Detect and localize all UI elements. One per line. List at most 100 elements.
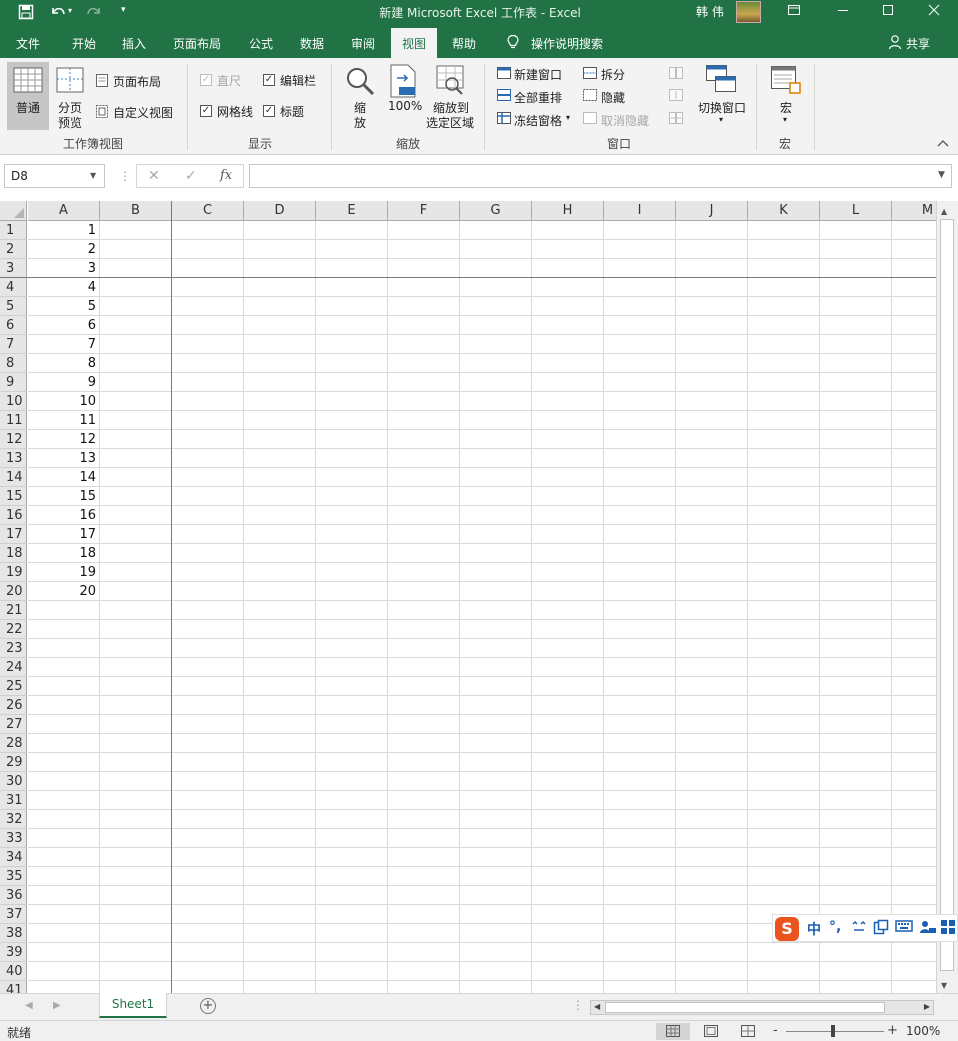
- row-header[interactable]: 1: [0, 221, 27, 240]
- next-sheet-icon[interactable]: ▶: [53, 1000, 61, 1011]
- row-header[interactable]: 27: [0, 715, 27, 734]
- cell-a[interactable]: 2: [28, 240, 99, 259]
- freeze-panes-dropdown-icon[interactable]: ▾: [566, 113, 570, 122]
- row-header[interactable]: 14: [0, 468, 27, 487]
- worksheet-grid[interactable]: ABCDEFGHIJKLM 1 2 3 4 5 6 7 8 9 10 11 12 13 14 15 16 17 1…: [0, 201, 936, 993]
- normal-view-status-icon[interactable]: [656, 1023, 690, 1040]
- tab-data[interactable]: 数据: [300, 35, 324, 52]
- row-header[interactable]: 17: [0, 525, 27, 544]
- row-header[interactable]: 18: [0, 544, 27, 563]
- cell-area[interactable]: [28, 221, 936, 993]
- column-header[interactable]: M: [892, 201, 936, 221]
- formula-input[interactable]: [249, 164, 952, 188]
- row-header[interactable]: 29: [0, 753, 27, 772]
- zoom-slider-thumb[interactable]: [831, 1025, 835, 1037]
- ribbon-display-icon[interactable]: [787, 3, 801, 21]
- unhide-icon[interactable]: [582, 111, 598, 128]
- row-header[interactable]: 19: [0, 563, 27, 582]
- cancel-icon[interactable]: ✕: [148, 168, 160, 184]
- zoom-in-button[interactable]: +: [887, 1023, 898, 1038]
- enter-check-icon[interactable]: ✓: [185, 168, 197, 184]
- switch-windows-dropdown-icon[interactable]: ▾: [719, 115, 723, 124]
- cell-a[interactable]: 11: [28, 411, 99, 430]
- undo-icon[interactable]: [50, 4, 68, 24]
- ime-chinese-mode[interactable]: 中: [807, 919, 821, 939]
- user-name[interactable]: 韩 伟: [696, 3, 724, 20]
- zoom-to-selection-icon[interactable]: [435, 64, 467, 101]
- ruler-checkbox[interactable]: ✓: [200, 74, 212, 86]
- hide-button[interactable]: 隐藏: [601, 89, 625, 106]
- row-header[interactable]: 20: [0, 582, 27, 601]
- zoom-100-button[interactable]: 100%: [388, 99, 422, 113]
- ime-keyboard-icon[interactable]: [895, 919, 913, 937]
- ime-skin-icon[interactable]: [873, 919, 889, 939]
- share-button[interactable]: 共享: [906, 35, 930, 52]
- row-header[interactable]: 21: [0, 601, 27, 620]
- cell-a[interactable]: 5: [28, 297, 99, 316]
- switch-windows-icon[interactable]: [705, 64, 737, 97]
- row-header[interactable]: 10: [0, 392, 27, 411]
- row-header[interactable]: 39: [0, 943, 27, 962]
- tab-page-layout[interactable]: 页面布局: [173, 35, 221, 52]
- cell-a[interactable]: 3: [28, 259, 99, 278]
- row-header[interactable]: 22: [0, 620, 27, 639]
- row-header[interactable]: 5: [0, 297, 27, 316]
- person-icon[interactable]: [888, 34, 902, 53]
- ime-toolbar[interactable]: S 中 °,: [772, 914, 958, 942]
- row-header[interactable]: 8: [0, 354, 27, 373]
- page-layout-view-icon[interactable]: [95, 73, 109, 91]
- row-header[interactable]: 41: [0, 981, 27, 993]
- scroll-right-icon[interactable]: ▶: [924, 1002, 930, 1011]
- tab-split-handle-icon[interactable]: ⋮: [572, 998, 584, 1012]
- row-header[interactable]: 23: [0, 639, 27, 658]
- row-header[interactable]: 9: [0, 373, 27, 392]
- add-sheet-icon[interactable]: +: [200, 998, 216, 1014]
- custom-views-icon[interactable]: [95, 104, 109, 122]
- view-side-by-side-icon[interactable]: [668, 66, 684, 83]
- cell-a[interactable]: 15: [28, 487, 99, 506]
- zoom-100-icon[interactable]: [389, 64, 417, 101]
- new-window-button[interactable]: 新建窗口: [514, 66, 562, 83]
- new-window-icon[interactable]: [496, 66, 512, 83]
- tab-view[interactable]: 视图: [391, 28, 438, 58]
- column-header[interactable]: B: [100, 201, 172, 221]
- cell-a[interactable]: 14: [28, 468, 99, 487]
- page-break-preview-icon[interactable]: [56, 67, 84, 96]
- row-header[interactable]: 4: [0, 278, 27, 297]
- avatar[interactable]: [736, 1, 761, 23]
- ime-user-icon[interactable]: [919, 919, 937, 939]
- column-header[interactable]: L: [820, 201, 892, 221]
- cell-a[interactable]: 9: [28, 373, 99, 392]
- row-header[interactable]: 7: [0, 335, 27, 354]
- row-header[interactable]: 13: [0, 449, 27, 468]
- vertical-scroll-thumb[interactable]: [940, 219, 954, 971]
- zoom-to-selection-label-2[interactable]: 选定区域: [426, 114, 474, 131]
- split-icon[interactable]: [582, 66, 598, 83]
- minimize-icon[interactable]: [836, 3, 850, 21]
- custom-views-button[interactable]: 自定义视图: [113, 104, 173, 121]
- redo-icon[interactable]: [84, 4, 102, 24]
- column-header[interactable]: A: [28, 201, 100, 221]
- row-header[interactable]: 38: [0, 924, 27, 943]
- cell-a[interactable]: 6: [28, 316, 99, 335]
- page-break-status-icon[interactable]: [731, 1023, 765, 1040]
- macros-dropdown-icon[interactable]: ▾: [783, 115, 787, 124]
- row-header[interactable]: 3: [0, 259, 27, 278]
- cell-a[interactable]: 12: [28, 430, 99, 449]
- scroll-down-icon[interactable]: ▼: [941, 981, 947, 990]
- switch-windows-button[interactable]: 切换窗口: [698, 99, 746, 116]
- tab-home[interactable]: 开始: [72, 35, 96, 52]
- arrange-all-button[interactable]: 全部重排: [514, 89, 562, 106]
- column-header[interactable]: I: [604, 201, 676, 221]
- more-options-icon[interactable]: ⋮: [119, 169, 131, 183]
- name-box-dropdown-icon[interactable]: ▼: [90, 171, 96, 180]
- cell-a[interactable]: 19: [28, 563, 99, 582]
- scroll-up-icon[interactable]: ▲: [941, 207, 947, 216]
- page-break-preview-label-2[interactable]: 预览: [58, 114, 82, 131]
- tell-me-search[interactable]: 操作说明搜索: [531, 35, 603, 52]
- cell-a[interactable]: 20: [28, 582, 99, 601]
- undo-dropdown-icon[interactable]: ▾: [68, 6, 72, 15]
- tab-formulas[interactable]: 公式: [249, 35, 273, 52]
- freeze-panes-icon[interactable]: [496, 111, 512, 128]
- column-header[interactable]: D: [244, 201, 316, 221]
